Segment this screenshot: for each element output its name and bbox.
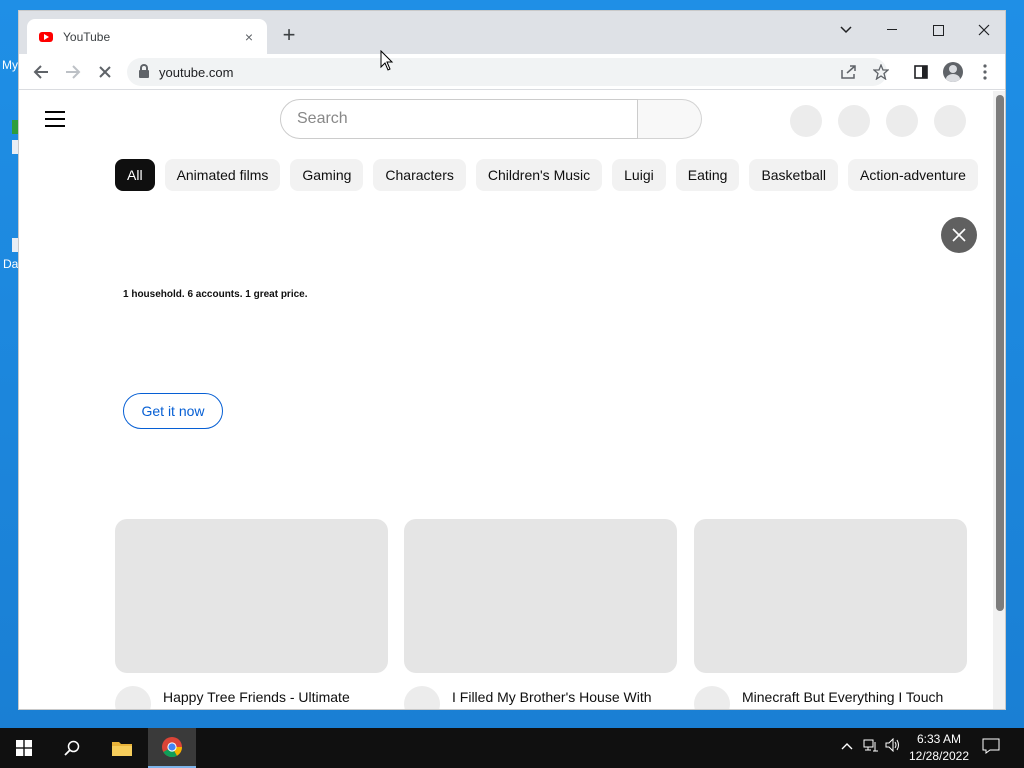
tab-search-button[interactable] [823,15,869,45]
search-input[interactable]: Search [280,99,638,139]
desktop-icon-label[interactable]: My [2,58,18,72]
get-it-now-button[interactable]: Get it now [123,393,223,429]
close-icon [978,24,990,36]
search-placeholder: Search [297,110,348,127]
menu-button[interactable] [973,60,997,84]
address-bar[interactable]: youtube.com [127,58,887,86]
clock-time: 6:33 AM [916,732,962,746]
close-banner-button[interactable] [941,217,977,253]
avatar-placeholder[interactable] [934,105,966,137]
profile-avatar[interactable] [943,62,963,82]
channel-avatar[interactable] [694,686,730,709]
share-button[interactable] [837,60,861,84]
video-title[interactable]: Happy Tree Friends - Ultimate [163,687,373,707]
notifications-button[interactable] [982,738,1000,757]
clock-date: 12/28/2022 [908,749,970,763]
url-text[interactable]: youtube.com [159,65,233,80]
chip[interactable]: Action-adventure [848,159,978,191]
desktop-icon-label[interactable]: Da [3,257,18,271]
header-icon-placeholder[interactable] [838,105,870,137]
scrollbar-thumb[interactable] [996,95,1004,611]
system-clock[interactable]: 6:33 AM 12/28/2022 [902,731,976,765]
arrow-right-icon [66,65,81,79]
minimize-button[interactable] [869,15,915,45]
hamburger-menu-icon[interactable] [45,111,65,127]
chrome-window: YouTube × + youtube.com Search All Anima… [18,10,1006,710]
show-hidden-icons-button[interactable] [838,738,856,753]
bookmark-button[interactable] [869,60,893,84]
search-icon [64,740,80,756]
video-thumbnail[interactable] [404,519,677,673]
youtube-page: Search All Animated films Gaming Characters… [19,91,995,709]
channel-avatar[interactable] [115,686,151,709]
back-button[interactable] [29,60,53,84]
star-icon [873,64,889,80]
forward-button[interactable] [61,60,85,84]
lock-icon[interactable] [139,64,149,78]
chip[interactable]: Luigi [612,159,666,191]
chip-all[interactable]: All [115,159,155,191]
chip[interactable]: Children's Music [475,159,603,191]
minimize-icon [887,29,897,30]
notification-icon [982,738,1000,754]
side-panel-button[interactable] [909,60,933,84]
start-button[interactable] [0,728,48,768]
chip[interactable]: Basketball [749,159,839,191]
arrow-left-icon [33,65,48,79]
chevron-up-icon [841,743,853,750]
chrome-taskbar-button[interactable] [148,728,196,768]
page-scrollbar[interactable] [993,91,1005,709]
promo-tagline: 1 household. 6 accounts. 1 great price. [123,289,308,300]
windows-logo-icon [16,740,32,756]
search-button[interactable] [638,99,702,139]
tab-title: YouTube [63,29,111,44]
header-icon-placeholder[interactable] [790,105,822,137]
video-thumbnail[interactable] [115,519,388,673]
mouse-cursor-icon [380,50,394,71]
folder-icon [112,742,132,756]
side-panel-icon [914,65,928,79]
browser-toolbar: youtube.com [19,54,1005,90]
tab-close-icon[interactable]: × [241,29,257,45]
file-explorer-button[interactable] [98,728,146,768]
video-thumbnail[interactable] [694,519,967,673]
network-button[interactable] [862,738,880,755]
youtube-favicon-icon [39,31,53,42]
tab-youtube[interactable]: YouTube × [27,19,267,54]
speaker-icon [885,737,899,753]
chrome-icon [162,737,183,758]
maximize-icon [932,24,944,36]
chip[interactable]: Eating [675,159,740,191]
close-window-button[interactable] [961,15,1005,45]
chevron-down-icon [840,26,852,34]
maximize-button[interactable] [915,15,961,45]
video-title[interactable]: Minecraft But Everything I Touch [742,687,952,707]
chip[interactable]: Gaming [290,159,364,191]
tab-strip: YouTube × + [19,11,1005,54]
network-icon [863,739,878,752]
header-icon-placeholder[interactable] [886,105,918,137]
category-chips: All Animated films Gaming Characters Childre… [115,159,991,191]
search-taskbar-button[interactable] [48,728,96,768]
video-title[interactable]: I Filled My Brother's House With [452,687,662,707]
taskbar: 6:33 AM 12/28/2022 [0,728,1024,768]
stop-loading-button[interactable] [93,60,117,84]
chip[interactable]: Animated films [164,159,281,191]
kebab-menu-icon [983,64,987,80]
stop-icon [99,66,111,78]
channel-avatar[interactable] [404,686,440,709]
volume-button[interactable] [884,737,902,755]
new-tab-button[interactable]: + [277,23,301,47]
close-icon [952,228,966,242]
chip[interactable]: Characters [373,159,466,191]
share-icon [841,65,856,79]
